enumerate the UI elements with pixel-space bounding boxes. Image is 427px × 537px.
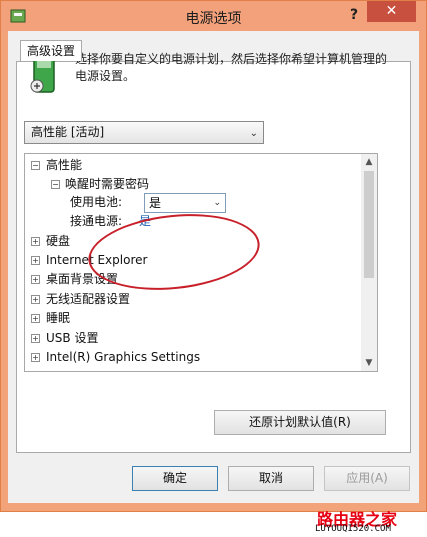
- expand-icon[interactable]: +: [31, 353, 40, 362]
- scroll-up-icon[interactable]: ▲: [361, 154, 377, 170]
- on-battery-select[interactable]: 是 ⌄: [144, 193, 226, 213]
- description-text: 选择你要自定义的电源计划，然后选择你希望计算机管理的电源设置。: [75, 52, 388, 83]
- cancel-button[interactable]: 取消: [228, 466, 314, 491]
- expand-icon[interactable]: +: [31, 295, 40, 304]
- power-plan-value: 高性能 [活动]: [31, 125, 105, 139]
- title-bar[interactable]: 电源选项 ? ✕: [1, 1, 426, 31]
- expand-icon[interactable]: +: [31, 314, 40, 323]
- tab-advanced-settings[interactable]: 高级设置: [20, 40, 83, 61]
- chevron-down-icon: ⌄: [249, 128, 258, 139]
- expand-icon[interactable]: +: [31, 237, 40, 246]
- on-battery-value: 是: [149, 196, 162, 210]
- scroll-down-icon[interactable]: ▼: [361, 355, 377, 371]
- expand-icon[interactable]: +: [31, 334, 40, 343]
- watermark-url: LUYOUQI520.COM: [315, 524, 391, 534]
- expand-icon[interactable]: +: [31, 275, 40, 284]
- help-button[interactable]: ?: [344, 5, 364, 25]
- settings-tree[interactable]: − 高性能 − 唤醒时需要密码 使用电池: 是 ⌄ 接通电源: 是 + 硬盘 +…: [24, 153, 378, 372]
- vertical-scrollbar[interactable]: ▲ ▼: [361, 154, 377, 371]
- ok-button[interactable]: 确定: [132, 466, 218, 491]
- apply-button[interactable]: 应用(A): [324, 466, 410, 491]
- collapse-icon[interactable]: −: [31, 161, 40, 170]
- site-watermark: 路由器之家 LUYOUQI520.COM: [313, 506, 425, 536]
- collapse-icon[interactable]: −: [51, 180, 60, 189]
- close-button[interactable]: ✕: [367, 1, 416, 22]
- expand-icon[interactable]: +: [31, 256, 40, 265]
- power-plan-dropdown[interactable]: 高性能 [活动] ⌄: [24, 121, 264, 144]
- plugged-in-value-link[interactable]: 是: [139, 212, 151, 230]
- chevron-down-icon: ⌄: [213, 198, 221, 208]
- restore-defaults-button[interactable]: 还原计划默认值(R): [214, 410, 386, 435]
- scroll-thumb[interactable]: [364, 171, 374, 278]
